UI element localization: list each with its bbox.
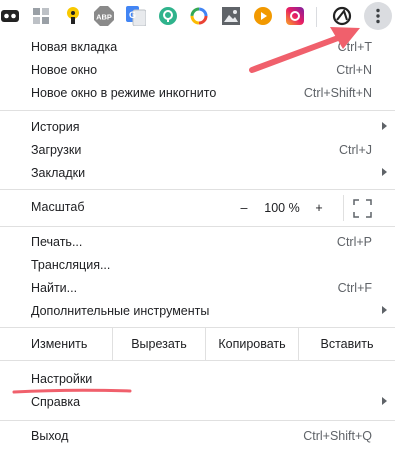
colorful-ring-icon[interactable]	[189, 6, 209, 26]
extensions-toolbar: ABP G	[0, 0, 395, 34]
zoom-in-button[interactable]: +	[311, 195, 327, 221]
circle-a-icon[interactable]	[332, 6, 352, 26]
menu-item-bookmarks[interactable]: Закладки	[0, 162, 395, 185]
menu-item-shortcut: Ctrl+Shift+Q	[303, 429, 372, 443]
menu-item-label: Трансляция...	[31, 258, 111, 272]
paste-button[interactable]: Вставить	[298, 328, 395, 360]
menu-item-new-tab[interactable]: Новая вкладка Ctrl+T	[0, 36, 395, 59]
menu-item-incognito-window[interactable]: Новое окно в режиме инкогнито Ctrl+Shift…	[0, 82, 395, 105]
cut-button[interactable]: Вырезать	[112, 328, 205, 360]
menu-item-label: Загрузки	[31, 143, 82, 157]
menu-item-settings[interactable]: Настройки	[0, 368, 395, 391]
menu-item-label: История	[31, 120, 80, 134]
menu-item-label: Новое окно	[31, 63, 98, 77]
menu-item-shortcut: Ctrl+P	[336, 235, 372, 249]
menu-separator	[0, 110, 395, 111]
menu-separator	[0, 360, 395, 361]
menu-item-history[interactable]: История	[0, 116, 395, 139]
abp-icon-label: ABP	[96, 13, 112, 22]
menu-item-shortcut: Ctrl+T	[337, 40, 372, 54]
zoom-value: 100 %	[264, 201, 300, 215]
menu-item-downloads[interactable]: Загрузки Ctrl+J	[0, 139, 395, 162]
menu-item-cast[interactable]: Трансляция...	[0, 254, 395, 277]
zoom-row: Масштаб – 100 % +	[0, 195, 395, 221]
zoom-label: Масштаб	[31, 200, 85, 214]
submenu-arrow-icon	[382, 168, 387, 176]
menu-item-label: Печать...	[31, 235, 83, 249]
menu-item-shortcut: Ctrl+F	[337, 281, 372, 295]
chrome-main-menu: Новая вкладка Ctrl+T Новое окно Ctrl+N Н…	[0, 34, 395, 450]
menu-separator	[0, 420, 395, 421]
thumbtack-icon[interactable]	[63, 6, 83, 26]
translate-icon-label: G	[129, 10, 136, 20]
menu-item-label: Новая вкладка	[31, 40, 118, 54]
edit-row: Изменить Вырезать Копировать Вставить	[0, 328, 395, 360]
menu-item-shortcut: Ctrl+Shift+N	[303, 86, 372, 100]
apps-grid-icon[interactable]	[31, 6, 51, 26]
vpn-icon[interactable]	[158, 6, 178, 26]
menu-separator	[0, 189, 395, 190]
menu-item-label: Справка	[31, 395, 81, 409]
kebab-menu-icon	[376, 8, 380, 24]
edit-label: Изменить	[31, 337, 88, 351]
chrome-menu-button[interactable]	[364, 2, 392, 30]
submenu-arrow-icon	[382, 122, 387, 130]
menu-item-label: Настройки	[31, 372, 93, 386]
menu-item-label: Выход	[31, 429, 69, 443]
zoom-out-button[interactable]: –	[236, 195, 252, 221]
menu-item-help[interactable]: Справка	[0, 391, 395, 414]
menu-item-new-window[interactable]: Новое окно Ctrl+N	[0, 59, 395, 82]
copy-button[interactable]: Копировать	[205, 328, 298, 360]
fullscreen-button[interactable]	[353, 199, 372, 218]
translate-icon[interactable]: G	[126, 6, 146, 26]
menu-item-print[interactable]: Печать... Ctrl+P	[0, 231, 395, 254]
play-icon[interactable]	[253, 6, 273, 26]
submenu-arrow-icon	[382, 306, 387, 314]
menu-separator	[0, 226, 395, 227]
menu-item-more-tools[interactable]: Дополнительные инструменты	[0, 300, 395, 323]
abp-icon[interactable]: ABP	[94, 6, 114, 26]
menu-item-shortcut: Ctrl+J	[339, 143, 372, 157]
zoom-divider	[343, 195, 344, 221]
menu-item-exit[interactable]: Выход Ctrl+Shift+Q	[0, 425, 395, 448]
infinity-icon[interactable]	[0, 6, 20, 26]
menu-item-label: Найти...	[31, 281, 78, 295]
menu-item-label: Новое окно в режиме инкогнито	[31, 86, 217, 100]
submenu-arrow-icon	[382, 397, 387, 405]
menu-item-label: Дополнительные инструменты	[31, 304, 210, 318]
picture-icon[interactable]	[221, 6, 241, 26]
toolbar-separator	[316, 7, 317, 27]
menu-item-shortcut: Ctrl+N	[336, 63, 372, 77]
fullscreen-icon	[353, 199, 372, 218]
menu-item-find[interactable]: Найти... Ctrl+F	[0, 277, 395, 300]
menu-item-label: Закладки	[31, 166, 86, 180]
gradient-square-icon[interactable]	[285, 6, 305, 26]
